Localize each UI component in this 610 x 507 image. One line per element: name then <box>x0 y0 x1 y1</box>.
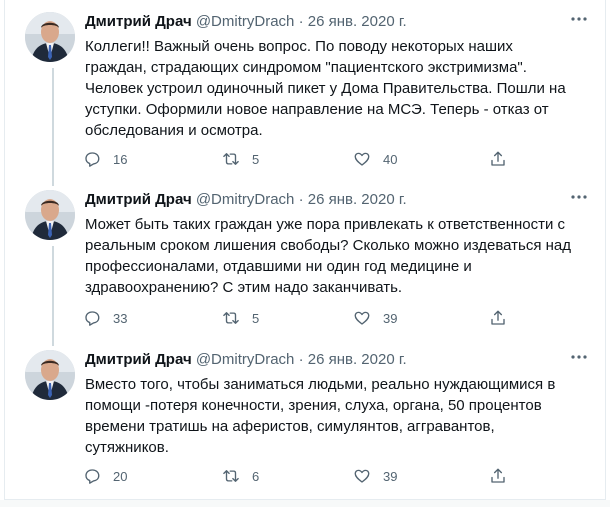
heart-icon <box>354 152 370 166</box>
author-handle[interactable]: @DmitryDrach <box>196 191 295 208</box>
author-name[interactable]: Дмитрий Драч <box>85 351 192 368</box>
more-icon[interactable] <box>567 12 591 32</box>
avatar[interactable] <box>25 350 75 400</box>
tweet-actions: 33 5 39 <box>83 307 513 329</box>
retweet-count: 6 <box>252 468 260 484</box>
tweet-date[interactable]: 26 янв. 2020 г. <box>308 191 407 208</box>
reply-button[interactable]: 20 <box>83 465 127 487</box>
tweet-text: Коллеги!! Важный очень вопрос. По поводу… <box>85 36 590 141</box>
like-count: 40 <box>383 151 398 167</box>
tweet-text-line: Коллеги!! Важный очень вопрос. По поводу… <box>85 38 513 55</box>
tweet-text-line: Человек устроил одиночный пикет у Дома П… <box>85 80 566 97</box>
tweet-text-line: обследования и осмотра. <box>85 122 263 139</box>
like-count: 39 <box>383 468 398 484</box>
avatar[interactable] <box>25 190 75 240</box>
reply-button[interactable]: 33 <box>83 307 127 329</box>
like-button[interactable]: 39 <box>353 465 397 487</box>
retweet-icon <box>223 153 239 165</box>
tweet-text-line: сутяжников. <box>85 439 169 456</box>
retweet-icon <box>223 312 239 324</box>
tweet-text: Вместо того, чтобы заниматься людьми, ре… <box>85 374 590 458</box>
tweet-header: Дмитрий Драч @DmitryDrach · 26 янв. 2020… <box>85 12 407 34</box>
tweet-text: Может быть таких граждан уже пора привле… <box>85 214 590 298</box>
tweet-text-line: здравоохранению? С этим надо заканчивать… <box>85 279 403 296</box>
author-handle[interactable]: @DmitryDrach <box>196 13 295 30</box>
author-handle[interactable]: @DmitryDrach <box>196 351 295 368</box>
tweet-text-line: помощи -потеря конечности, зрения, слуха… <box>85 397 542 414</box>
thread-connector <box>52 68 54 186</box>
more-icon[interactable] <box>567 350 591 370</box>
share-button[interactable] <box>489 307 507 329</box>
reply-count: 20 <box>113 468 128 484</box>
avatar[interactable] <box>25 12 75 62</box>
heart-icon <box>354 469 370 483</box>
share-icon <box>491 468 505 483</box>
tweet-text-line: уступки. Оформили новое направление на М… <box>85 101 549 118</box>
page-background <box>0 500 610 507</box>
like-button[interactable]: 39 <box>353 307 397 329</box>
tweet-text-line: Вместо того, чтобы заниматься людьми, ре… <box>85 376 556 393</box>
reply-icon <box>85 152 100 167</box>
reply-count: 16 <box>113 151 128 167</box>
retweet-button[interactable]: 5 <box>222 307 259 329</box>
share-button[interactable] <box>489 465 507 487</box>
separator-dot: · <box>298 191 304 208</box>
thread-connector <box>52 246 54 346</box>
separator-dot: · <box>298 13 304 30</box>
tweet-actions: 16 5 40 <box>83 148 513 170</box>
retweet-button[interactable]: 6 <box>222 465 259 487</box>
more-icon[interactable] <box>567 190 591 210</box>
retweet-count: 5 <box>252 310 260 326</box>
retweet-icon <box>223 470 239 482</box>
tweet-text-line: времени тратишь на аферистов, симулянтов… <box>85 418 495 435</box>
reply-icon <box>85 311 100 326</box>
reply-icon <box>85 469 100 484</box>
reply-count: 33 <box>113 310 128 326</box>
tweet-header: Дмитрий Драч @DmitryDrach · 26 янв. 2020… <box>85 190 407 212</box>
tweet-date[interactable]: 26 янв. 2020 г. <box>308 13 407 30</box>
tweet-text-line: профессионалами, отдавшими ни один год м… <box>85 258 472 275</box>
author-name[interactable]: Дмитрий Драч <box>85 191 192 208</box>
heart-icon <box>354 311 370 325</box>
reply-button[interactable]: 16 <box>83 148 127 170</box>
like-button[interactable]: 40 <box>353 148 397 170</box>
share-button[interactable] <box>489 148 507 170</box>
share-icon <box>491 151 505 166</box>
share-icon <box>491 310 505 325</box>
like-count: 39 <box>383 310 398 326</box>
separator-dot: · <box>298 351 304 368</box>
tweet-actions: 20 6 39 <box>83 465 513 487</box>
retweet-button[interactable]: 5 <box>222 148 259 170</box>
author-name[interactable]: Дмитрий Драч <box>85 13 192 30</box>
tweet-header: Дмитрий Драч @DmitryDrach · 26 янв. 2020… <box>85 350 407 372</box>
tweet-text-line: Может быть таких граждан уже пора привле… <box>85 216 566 233</box>
retweet-count: 5 <box>252 151 260 167</box>
tweet-text-line: реальным сроком лишения свободы? Сколько… <box>85 237 572 254</box>
tweet-text-line: граждан, страдающих синдромом "пациентск… <box>85 59 527 76</box>
tweet-thread: Дмитрий Драч @DmitryDrach · 26 янв. 2020… <box>4 0 606 500</box>
tweet-date[interactable]: 26 янв. 2020 г. <box>308 351 407 368</box>
